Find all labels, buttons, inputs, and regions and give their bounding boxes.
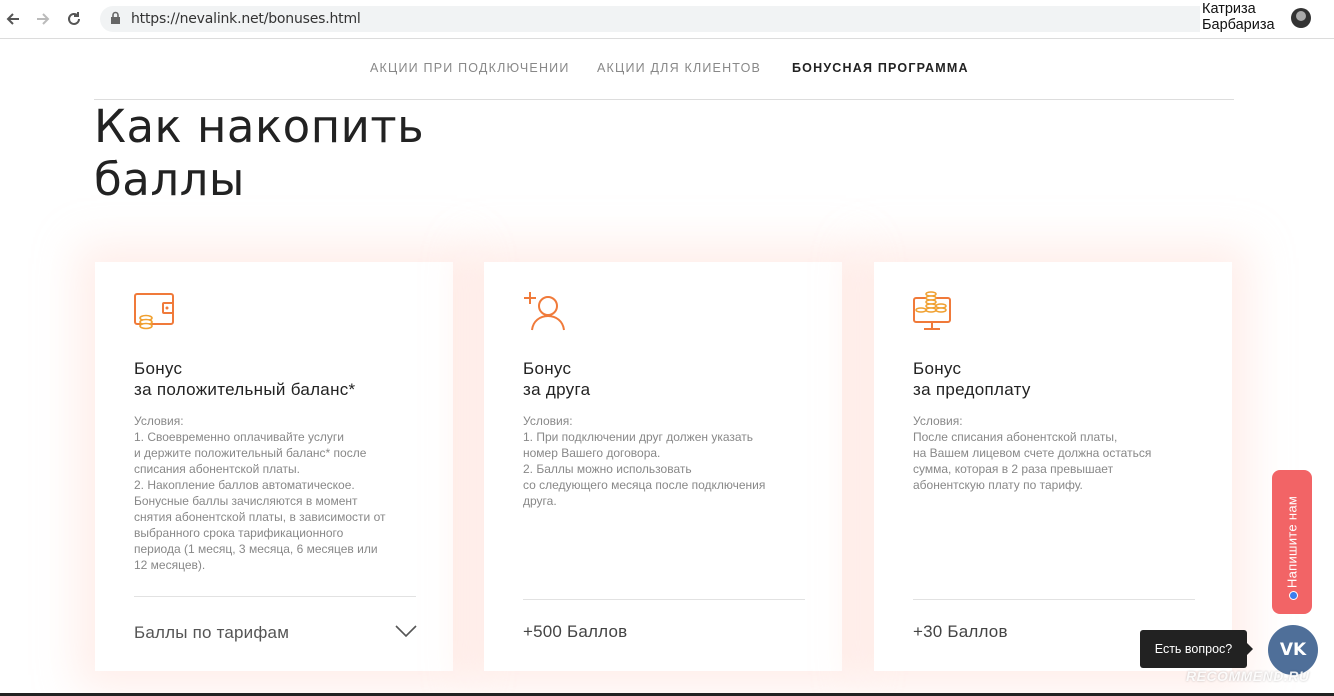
bonus-card-prepayment: Бонус за предоплату Условия: После списа… <box>874 262 1232 671</box>
address-bar[interactable]: https://nevalink.net/bonuses.html ☆ <box>100 6 1232 32</box>
tariff-points-toggle[interactable]: Баллы по тарифам <box>134 623 289 643</box>
card-title: Бонус за положительный баланс* <box>134 359 356 399</box>
card-points: +30 Баллов <box>913 622 1008 641</box>
question-tooltip: Есть вопрос? <box>1140 630 1253 668</box>
tab-bonus-program[interactable]: БОНУСНАЯ ПРОГРАММА <box>792 61 969 75</box>
back-icon[interactable] <box>2 8 24 30</box>
card-title: Бонус за друга <box>523 359 591 399</box>
url-text: https://nevalink.net/bonuses.html <box>131 11 361 27</box>
write-us-label: Напишите нам <box>1284 495 1300 589</box>
lock-icon <box>110 11 121 30</box>
online-status-dot <box>1289 591 1298 600</box>
forward-icon[interactable] <box>32 8 54 30</box>
chevron-down-icon[interactable] <box>395 624 417 638</box>
card-points: +500 Баллов <box>523 622 628 641</box>
add-friend-icon <box>524 292 565 331</box>
bonus-card-positive-balance: Бонус за положительный баланс* Условия: … <box>95 262 453 671</box>
monitor-coins-icon <box>913 291 951 330</box>
browser-toolbar: https://nevalink.net/bonuses.html ☆ 1 Ка… <box>0 0 1334 39</box>
write-us-button[interactable]: Напишите нам <box>1272 470 1312 614</box>
tab-connection-promos[interactable]: АКЦИИ ПРИ ПОДКЛЮЧЕНИИ <box>370 61 570 75</box>
reload-icon[interactable] <box>63 8 85 30</box>
bonus-card-friend: Бонус за друга Условия: 1. При подключен… <box>484 262 842 671</box>
wallet-coins-icon <box>134 293 174 330</box>
card-title: Бонус за предоплату <box>913 359 1031 399</box>
card-conditions: Условия: После списания абонентской плат… <box>913 414 1152 492</box>
card-divider <box>913 599 1195 600</box>
watermark: RECOMMEND.RU <box>1186 668 1310 684</box>
profile-name[interactable]: Катриза Барбариза <box>1200 1 1334 33</box>
card-divider <box>523 599 805 600</box>
avatar[interactable] <box>1291 8 1311 28</box>
card-conditions: Условия: 1. При подключении друг должен … <box>523 414 766 508</box>
page-title: Как накопить баллы <box>94 100 425 206</box>
card-divider <box>134 596 416 597</box>
card-conditions: Условия: 1. Своевременно оплачивайте усл… <box>134 414 386 572</box>
tab-client-promos[interactable]: АКЦИИ ДЛЯ КЛИЕНТОВ <box>597 61 761 75</box>
